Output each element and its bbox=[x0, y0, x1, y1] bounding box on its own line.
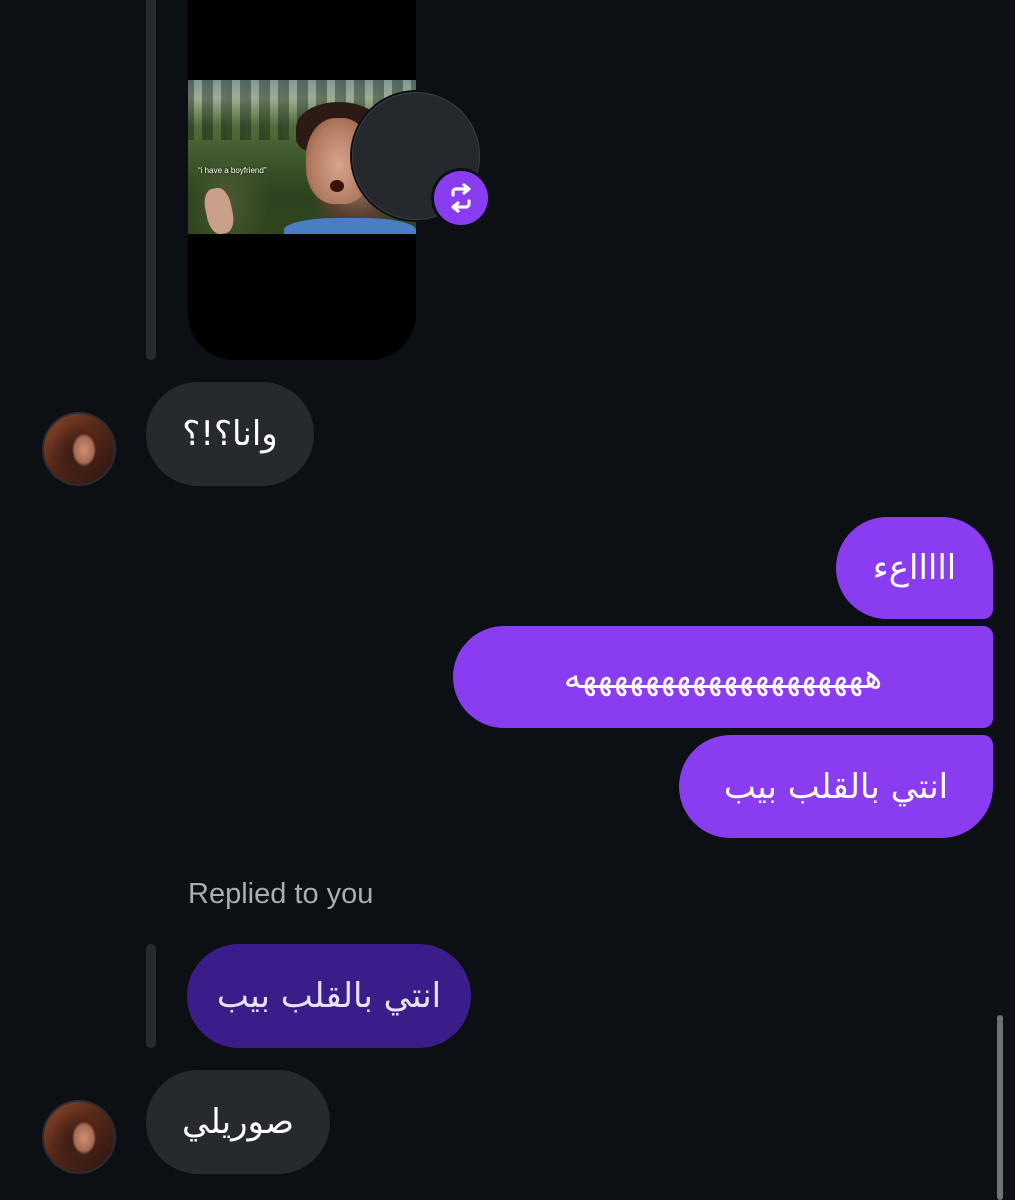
reel-thumbnail-shirt bbox=[284, 218, 416, 234]
reply-indicator-bar bbox=[146, 944, 156, 1048]
incoming-message-bubble[interactable]: صوريلي bbox=[146, 1070, 330, 1174]
outgoing-message-bubble[interactable]: اااااعء bbox=[836, 517, 993, 619]
reel-thumbnail-hand bbox=[201, 185, 237, 234]
quoted-message-bubble[interactable]: انتي بالقلب بيب bbox=[187, 944, 471, 1048]
outgoing-message-bubble[interactable]: هههههههههههههههههههه bbox=[453, 626, 993, 728]
outgoing-message-bubble[interactable]: انتي بالقلب بيب bbox=[679, 735, 993, 838]
incoming-message-bubble[interactable]: وانا؟!؟ bbox=[146, 382, 314, 486]
reel-caption: “i have a boyfriend” bbox=[198, 166, 267, 175]
repost-icon bbox=[434, 171, 488, 225]
scrollbar-thumb[interactable] bbox=[997, 1015, 1003, 1200]
sender-avatar[interactable] bbox=[42, 1100, 116, 1174]
reel-thumbnail-mouth bbox=[330, 180, 344, 192]
reply-indicator-bar bbox=[146, 0, 156, 360]
replied-to-you-label: Replied to you bbox=[188, 878, 374, 910]
sender-avatar[interactable] bbox=[42, 412, 116, 486]
repost-badge bbox=[431, 168, 491, 228]
